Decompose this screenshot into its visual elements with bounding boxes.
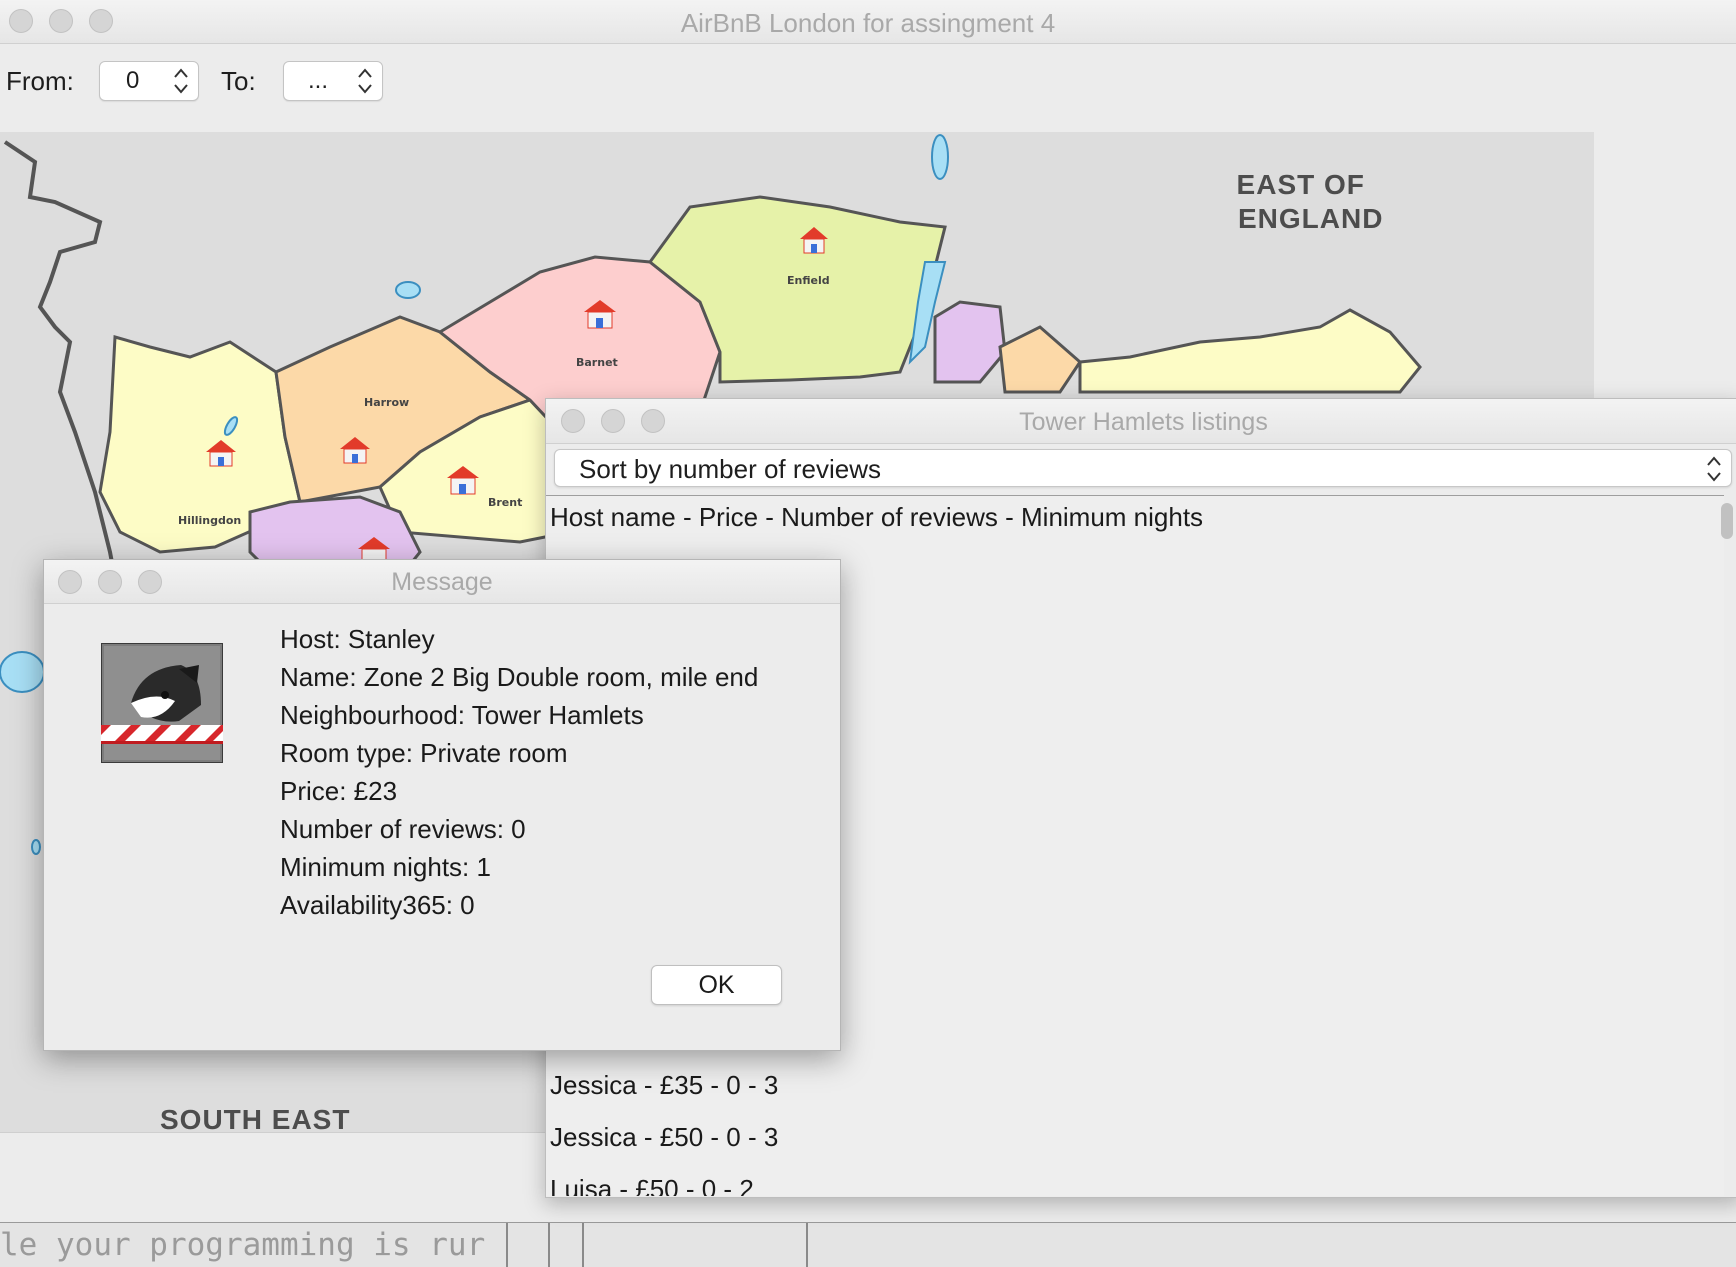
borough-waltham-forest[interactable]: [933, 300, 1007, 384]
region-label-line: ENGLAND: [1238, 203, 1384, 234]
list-item[interactable]: Jessica - £50 - 0 - 3: [550, 1122, 778, 1153]
main-titlebar: AirBnB London for assingment 4: [0, 0, 1736, 44]
message-dialog: Message Host: Stanley Name: Zone 2 Big D…: [43, 559, 841, 1051]
message-titlebar: Message: [44, 560, 840, 604]
terminal-text: le your programming is rur: [0, 1227, 486, 1263]
borough-label-barnet: Barnet: [576, 356, 618, 369]
message-neighbourhood: Neighbourhood: Tower Hamlets: [280, 700, 644, 730]
to-label: To:: [221, 66, 256, 96]
to-value: ...: [308, 67, 329, 94]
ok-button[interactable]: OK: [651, 965, 782, 1005]
window-title: Message: [391, 568, 493, 596]
scrollbar-thumb[interactable]: [1721, 503, 1733, 539]
region-label-east-of-england: EAST OF ENGLAND: [1218, 168, 1383, 236]
from-label: From:: [6, 66, 74, 96]
divider: [582, 1223, 584, 1267]
region-label-south-east: SOUTH EAST: [160, 1104, 351, 1132]
divider: [506, 1223, 508, 1267]
region-label-line: EAST OF: [1236, 169, 1365, 200]
list-item[interactable]: Luisa - £50 - 0 - 2: [550, 1174, 754, 1196]
chevron-updown-icon: [1707, 456, 1721, 482]
window-title: AirBnB London for assingment 4: [680, 8, 1056, 38]
divider: [548, 1223, 550, 1267]
terminal-panel: le your programming is rur: [0, 1222, 1736, 1267]
from-value: 0: [126, 67, 140, 94]
java-duke-icon: [101, 643, 223, 763]
message-availability: Availability365: 0: [280, 890, 475, 920]
list-item[interactable]: Jessica - £35 - 0 - 3: [550, 1070, 778, 1101]
message-price: Price: £23: [280, 776, 398, 806]
borough-redbridge[interactable]: [998, 325, 1082, 394]
listings-titlebar: Tower Hamlets listings: [546, 399, 1736, 444]
borough-havering[interactable]: [1078, 308, 1422, 394]
to-spinner[interactable]: ...: [283, 61, 383, 101]
borough-label-harrow: Harrow: [364, 396, 409, 409]
borough-label-hillingdon: Hillingdon: [178, 514, 241, 527]
message-min-nights: Minimum nights: 1: [280, 852, 491, 882]
from-spinner[interactable]: 0: [99, 61, 199, 101]
divider: [806, 1223, 808, 1267]
borough-label-enfield: Enfield: [787, 274, 830, 287]
stepper-arrows-icon[interactable]: [356, 66, 374, 96]
borough-label-brent: Brent: [488, 496, 522, 509]
stepper-arrows-icon[interactable]: [172, 66, 190, 96]
message-name: Name: Zone 2 Big Double room, mile end: [280, 662, 759, 692]
message-room-type: Room type: Private room: [280, 738, 568, 768]
message-reviews: Number of reviews: 0: [280, 814, 526, 844]
listings-header: Host name - Price - Number of reviews - …: [550, 502, 1204, 532]
sort-dropdown[interactable]: Sort by number of reviews: [554, 449, 1732, 487]
window-title: Tower Hamlets listings: [1019, 408, 1268, 436]
sort-selected-label: Sort by number of reviews: [579, 454, 882, 484]
message-host: Host: Stanley: [280, 624, 435, 654]
